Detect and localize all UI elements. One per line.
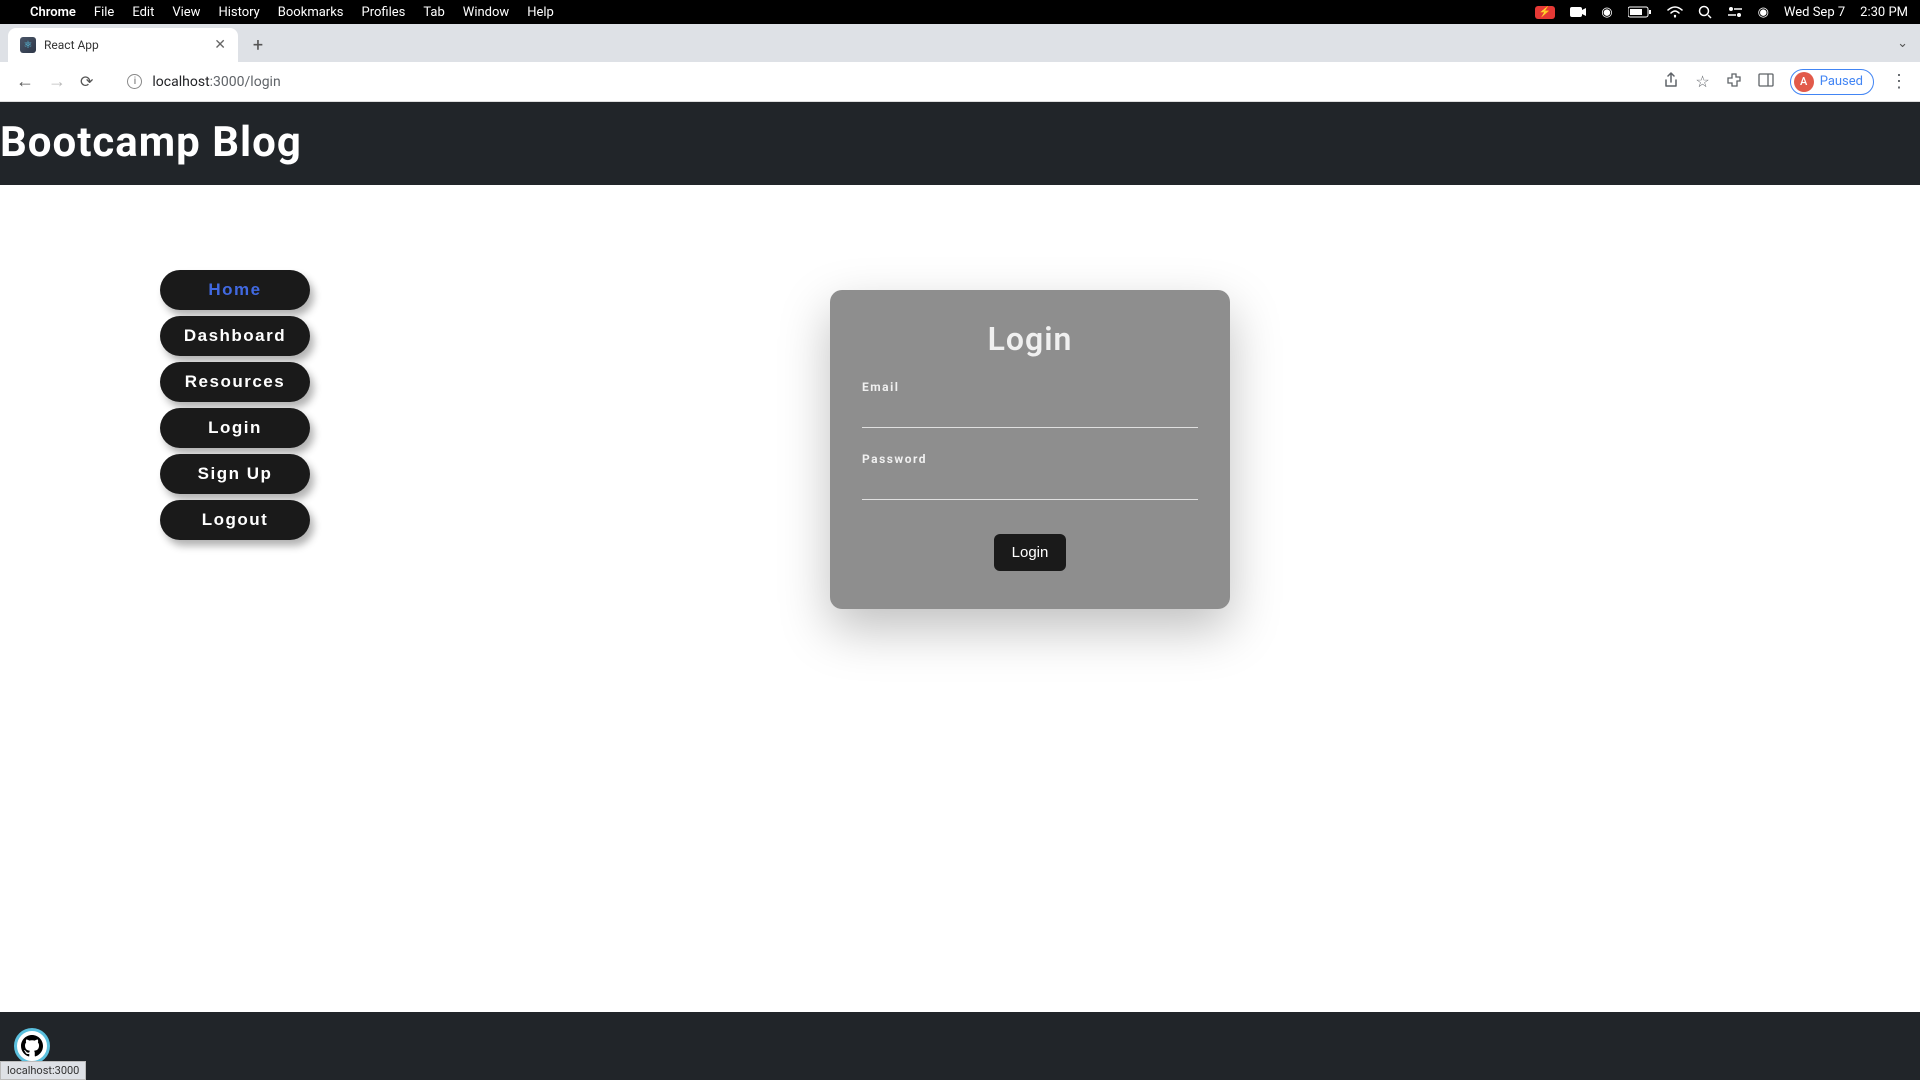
- sidebar-nav: Home Dashboard Resources Login Sign Up L…: [160, 270, 310, 540]
- profile-status: Paused: [1820, 74, 1863, 89]
- page-content: Bootcamp Blog Home Dashboard Resources L…: [0, 102, 1920, 1080]
- app-body: Home Dashboard Resources Login Sign Up L…: [0, 185, 1920, 1012]
- reload-button[interactable]: ⟳: [80, 72, 93, 91]
- app-header: Bootcamp Blog: [0, 102, 1920, 185]
- addressbar-right: ☆ A Paused ⋮: [1663, 69, 1910, 95]
- new-tab-button[interactable]: +: [244, 31, 272, 59]
- battery-warning-icon[interactable]: ⚡: [1535, 6, 1555, 19]
- menubar-app-name[interactable]: Chrome: [30, 5, 76, 20]
- chrome-tabbar: ⚛ React App ✕ + ⌄: [0, 24, 1920, 62]
- url-host: localhost: [152, 74, 209, 90]
- login-card: Login Email Password Login: [830, 290, 1230, 609]
- menubar-time[interactable]: 2:30 PM: [1860, 5, 1908, 20]
- share-icon[interactable]: [1663, 72, 1679, 92]
- tablist-chevron-icon[interactable]: ⌄: [1897, 36, 1908, 51]
- browser-tab[interactable]: ⚛ React App ✕: [8, 28, 238, 62]
- password-label: Password: [862, 452, 1198, 466]
- nav-logout[interactable]: Logout: [160, 500, 310, 540]
- menu-view[interactable]: View: [172, 5, 200, 20]
- chrome-menu-icon[interactable]: ⋮: [1890, 71, 1906, 92]
- menu-window[interactable]: Window: [463, 5, 509, 20]
- menu-file[interactable]: File: [94, 5, 114, 20]
- tab-title: React App: [44, 38, 206, 52]
- nav-signup[interactable]: Sign Up: [160, 454, 310, 494]
- site-title: Bootcamp Blog: [0, 118, 1920, 167]
- url-port: :3000: [210, 74, 245, 90]
- nav-home[interactable]: Home: [160, 270, 310, 310]
- menubar-right: ⚡ ◉ ◉ Wed Sep 7 2:30 PM: [1535, 5, 1908, 20]
- menubar-left: Chrome File Edit View History Bookmarks …: [12, 5, 554, 20]
- react-favicon-icon: ⚛: [20, 37, 36, 53]
- chrome-addressbar: ← → ⟳ i localhost:3000/login ☆ A Paused …: [0, 62, 1920, 102]
- github-icon: [21, 1035, 43, 1057]
- login-submit-button[interactable]: Login: [994, 534, 1067, 571]
- video-icon[interactable]: [1570, 6, 1586, 18]
- menu-tab[interactable]: Tab: [423, 5, 444, 20]
- siri-icon[interactable]: ◉: [1758, 5, 1769, 20]
- macos-menubar: Chrome File Edit View History Bookmarks …: [0, 0, 1920, 24]
- sidepanel-icon[interactable]: [1758, 72, 1774, 91]
- nav-arrows: ← → ⟳: [10, 71, 99, 92]
- url-text: localhost:3000/login: [152, 74, 280, 90]
- url-path: /login: [245, 74, 281, 90]
- menu-edit[interactable]: Edit: [132, 5, 154, 20]
- github-link[interactable]: [14, 1028, 50, 1064]
- search-icon[interactable]: [1698, 5, 1712, 19]
- password-input[interactable]: [862, 472, 1198, 500]
- app-footer: localhost:3000: [0, 1012, 1920, 1080]
- nav-login[interactable]: Login: [160, 408, 310, 448]
- wifi-icon[interactable]: [1667, 6, 1683, 18]
- menu-history[interactable]: History: [218, 5, 259, 20]
- screen-mirror-icon[interactable]: ◉: [1601, 5, 1612, 20]
- extensions-icon[interactable]: [1726, 72, 1742, 92]
- email-label: Email: [862, 380, 1198, 394]
- nav-resources[interactable]: Resources: [160, 362, 310, 402]
- email-input[interactable]: [862, 400, 1198, 428]
- menu-help[interactable]: Help: [527, 5, 554, 20]
- login-title: Login: [862, 320, 1198, 358]
- profile-avatar-icon: A: [1794, 72, 1814, 92]
- site-info-icon[interactable]: i: [127, 74, 142, 89]
- profile-badge[interactable]: A Paused: [1790, 69, 1874, 95]
- nav-dashboard[interactable]: Dashboard: [160, 316, 310, 356]
- control-center-icon[interactable]: [1727, 6, 1743, 18]
- menu-bookmarks[interactable]: Bookmarks: [278, 5, 344, 20]
- status-bar: localhost:3000: [0, 1061, 86, 1080]
- forward-button[interactable]: →: [48, 71, 66, 92]
- menu-profiles[interactable]: Profiles: [362, 5, 406, 20]
- bookmark-star-icon[interactable]: ☆: [1695, 72, 1709, 91]
- menubar-date[interactable]: Wed Sep 7: [1784, 5, 1845, 20]
- address-bar[interactable]: i localhost:3000/login: [117, 74, 1655, 90]
- battery-icon[interactable]: [1628, 6, 1652, 18]
- back-button[interactable]: ←: [16, 71, 34, 92]
- close-tab-icon[interactable]: ✕: [214, 37, 226, 53]
